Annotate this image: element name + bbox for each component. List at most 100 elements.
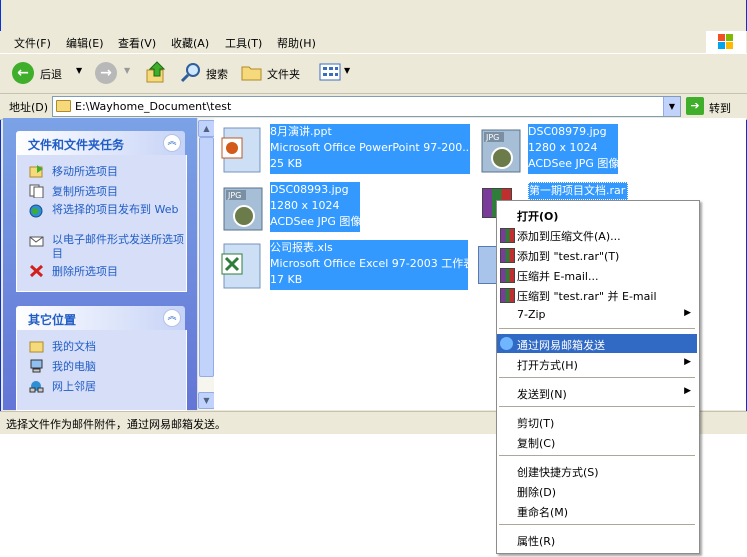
- collapse-chevron-icon[interactable]: ︽: [163, 134, 181, 152]
- task-pane: 文件和文件夹任务 ︽ 移动所选项目 复制所选项目 将选择的项目发布到 Web 以…: [3, 118, 197, 411]
- scroll-up-icon[interactable]: ▲: [198, 120, 215, 137]
- places-panel-title: 其它位置: [28, 313, 77, 327]
- svg-text:JPG: JPG: [485, 133, 499, 142]
- file-size: 17 KB: [270, 273, 303, 286]
- file-type: Microsoft Office Excel 97-2003 工作表: [270, 257, 468, 270]
- menu-item-send-to[interactable]: 发送到(N) ▶: [497, 383, 697, 402]
- documents-folder-icon: [29, 341, 44, 353]
- file-item[interactable]: 8月演讲.ppt Microsoft Office PowerPoint 97-…: [218, 124, 474, 178]
- collapse-chevron-icon[interactable]: ︽: [163, 309, 181, 327]
- menu-item-create-shortcut[interactable]: 创建快捷方式(S): [497, 461, 697, 480]
- menu-separator: [499, 524, 695, 525]
- file-type: 1280 x 1024: [528, 141, 598, 154]
- file-name: DSC08993.jpg: [270, 183, 349, 196]
- powerpoint-file-icon: [221, 127, 261, 173]
- file-size: 25 KB: [270, 157, 303, 170]
- globe-icon: [29, 204, 43, 218]
- views-dropdown-icon[interactable]: ▼: [344, 66, 350, 75]
- winrar-icon: [500, 288, 515, 303]
- submenu-arrow-icon: ▶: [684, 386, 691, 396]
- netease-mail-icon: [500, 337, 513, 350]
- menu-item-add-to-test-rar[interactable]: 添加到 "test.rar"(T): [497, 245, 697, 264]
- places-panel-header[interactable]: 其它位置 ︽: [16, 306, 185, 330]
- menu-item-compress-email[interactable]: 压缩并 E-mail...: [497, 265, 697, 284]
- submenu-arrow-icon: ▶: [684, 357, 691, 367]
- scroll-thumb[interactable]: [199, 137, 214, 377]
- menu-view[interactable]: 查看(V): [118, 35, 156, 51]
- menu-separator: [499, 328, 695, 329]
- address-input[interactable]: E:\Wayhome_Document\test ▼: [52, 96, 681, 117]
- delete-x-icon: [29, 264, 44, 278]
- menu-separator: [499, 377, 695, 378]
- menu-tools[interactable]: 工具(T): [225, 35, 262, 51]
- menu-favorites[interactable]: 收藏(A): [171, 35, 209, 51]
- menu-help[interactable]: 帮助(H): [277, 35, 316, 51]
- menu-item-add-to-archive[interactable]: 添加到压缩文件(A)...: [497, 225, 697, 244]
- file-size: ACDSee JPG 图像: [528, 157, 618, 170]
- scroll-down-icon[interactable]: ▼: [198, 392, 215, 409]
- file-item[interactable]: JPG DSC08979.jpg 1280 x 1024 ACDSee JPG …: [476, 124, 626, 178]
- file-name: 第一期项目文档.rar: [529, 184, 626, 197]
- move-icon: [29, 165, 43, 178]
- menu-item-open[interactable]: 打开(O): [497, 205, 697, 224]
- folders-button-label[interactable]: 文件夹: [267, 66, 300, 82]
- go-arrow-icon[interactable]: ➔: [686, 97, 704, 115]
- menu-item-properties[interactable]: 属性(R): [497, 530, 697, 549]
- back-dropdown-icon[interactable]: ▼: [76, 66, 82, 75]
- menu-item-open-with[interactable]: 打开方式(H) ▶: [497, 354, 697, 373]
- file-name: DSC08979.jpg: [528, 125, 607, 138]
- tasks-panel-title: 文件和文件夹任务: [28, 138, 125, 152]
- svg-text:JPG: JPG: [227, 191, 241, 200]
- folders-icon[interactable]: [241, 62, 263, 82]
- menu-item-compress-test-rar-email[interactable]: 压缩到 "test.rar" 并 E-mail: [497, 285, 697, 304]
- submenu-arrow-icon: ▶: [684, 308, 691, 318]
- toolbar: ← 后退 ▼ → ▼ 搜索 文件夹 ▼: [0, 54, 747, 94]
- menu-item-send-via-163-mail[interactable]: 通过网易邮箱发送: [497, 334, 697, 353]
- search-icon[interactable]: [180, 61, 202, 83]
- file-item[interactable]: JPG DSC08993.jpg 1280 x 1024 ACDSee JPG …: [218, 182, 368, 236]
- excel-file-icon: [221, 243, 261, 289]
- address-bar: 地址(D) E:\Wayhome_Document\test ▼ ➔ 转到: [0, 94, 747, 120]
- forward-dropdown-icon[interactable]: ▼: [124, 66, 130, 75]
- menu-item-7zip[interactable]: 7-Zip ▶: [497, 305, 697, 324]
- file-item[interactable]: 公司报表.xls Microsoft Office Excel 97-2003 …: [218, 240, 474, 294]
- file-name: 8月演讲.ppt: [270, 125, 332, 138]
- task-email[interactable]: 以电子邮件形式发送所选项目: [29, 233, 184, 263]
- menu-separator: [499, 455, 695, 456]
- winrar-icon: [500, 268, 515, 283]
- winrar-icon: [500, 228, 515, 243]
- windows-logo: [706, 31, 746, 53]
- address-label: 地址(D): [9, 101, 49, 114]
- views-icon[interactable]: [319, 63, 341, 81]
- copy-icon: [29, 184, 44, 198]
- status-text: 选择文件作为邮件附件，通过网易邮箱发送。: [6, 418, 226, 431]
- menu-bar: 文件(F) 编辑(E) 查看(V) 收藏(A) 工具(T) 帮助(H): [0, 31, 747, 54]
- menu-edit[interactable]: 编辑(E): [66, 35, 104, 51]
- context-menu: 打开(O) 添加到压缩文件(A)... 添加到 "test.rar"(T) 压缩…: [496, 200, 700, 554]
- jpg-image-icon: JPG: [223, 187, 263, 231]
- email-icon: [29, 236, 44, 247]
- address-dropdown-icon[interactable]: ▼: [663, 97, 680, 116]
- back-button-label[interactable]: 后退: [40, 66, 62, 82]
- task-publish-web[interactable]: 将选择的项目发布到 Web: [29, 203, 179, 233]
- forward-arrow-icon[interactable]: →: [95, 62, 117, 84]
- menu-item-rename[interactable]: 重命名(M): [497, 501, 697, 520]
- go-button-label[interactable]: 转到: [709, 100, 731, 116]
- folder-icon: [56, 100, 71, 112]
- menu-file[interactable]: 文件(F): [14, 35, 51, 51]
- file-type: Microsoft Office PowerPoint 97-200...: [270, 141, 470, 154]
- menu-item-copy[interactable]: 复制(C): [497, 432, 697, 451]
- menu-item-delete[interactable]: 删除(D): [497, 481, 697, 500]
- computer-icon: [30, 359, 43, 373]
- file-type: 1280 x 1024: [270, 199, 340, 212]
- address-path: E:\Wayhome_Document\test: [75, 100, 232, 113]
- up-folder-icon[interactable]: [145, 60, 167, 84]
- vertical-scrollbar[interactable]: ▲ ▼: [197, 118, 215, 410]
- file-size: ACDSee JPG 图像: [270, 215, 360, 228]
- places-panel-body: 我的文档 我的电脑 网上邻居: [16, 330, 187, 411]
- search-button-label[interactable]: 搜索: [206, 66, 228, 82]
- tasks-panel-header[interactable]: 文件和文件夹任务 ︽: [16, 131, 185, 155]
- network-icon: [29, 381, 44, 393]
- menu-item-cut[interactable]: 剪切(T): [497, 412, 697, 431]
- back-arrow-icon[interactable]: ←: [12, 62, 34, 84]
